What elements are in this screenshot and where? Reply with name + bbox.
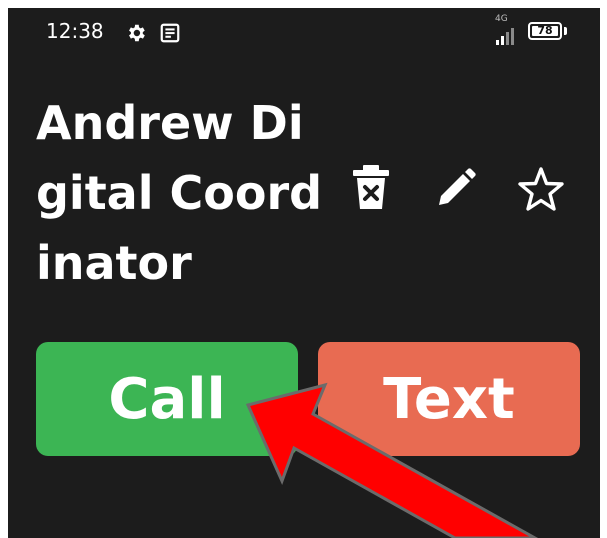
text-button[interactable]: Text bbox=[318, 342, 580, 456]
battery-tip bbox=[564, 27, 567, 35]
status-time: 12:38 bbox=[46, 19, 104, 43]
battery-level: 78 bbox=[537, 24, 553, 37]
star-icon[interactable] bbox=[518, 165, 564, 215]
gear-icon bbox=[129, 24, 145, 42]
contact-name: Andrew Digital Coordinator bbox=[36, 96, 323, 290]
network-label: 4G bbox=[495, 14, 508, 24]
edit-icon[interactable] bbox=[431, 163, 477, 213]
notes-icon bbox=[160, 23, 180, 43]
battery-icon: 78 bbox=[528, 22, 562, 40]
phone-screen: 12:38 4G 78 Andrew Digital Coordinator C… bbox=[8, 8, 600, 538]
call-button[interactable]: Call bbox=[36, 342, 298, 456]
status-bar: 12:38 4G 78 bbox=[8, 8, 600, 60]
signal-icon bbox=[496, 28, 514, 45]
delete-icon[interactable] bbox=[348, 163, 394, 213]
